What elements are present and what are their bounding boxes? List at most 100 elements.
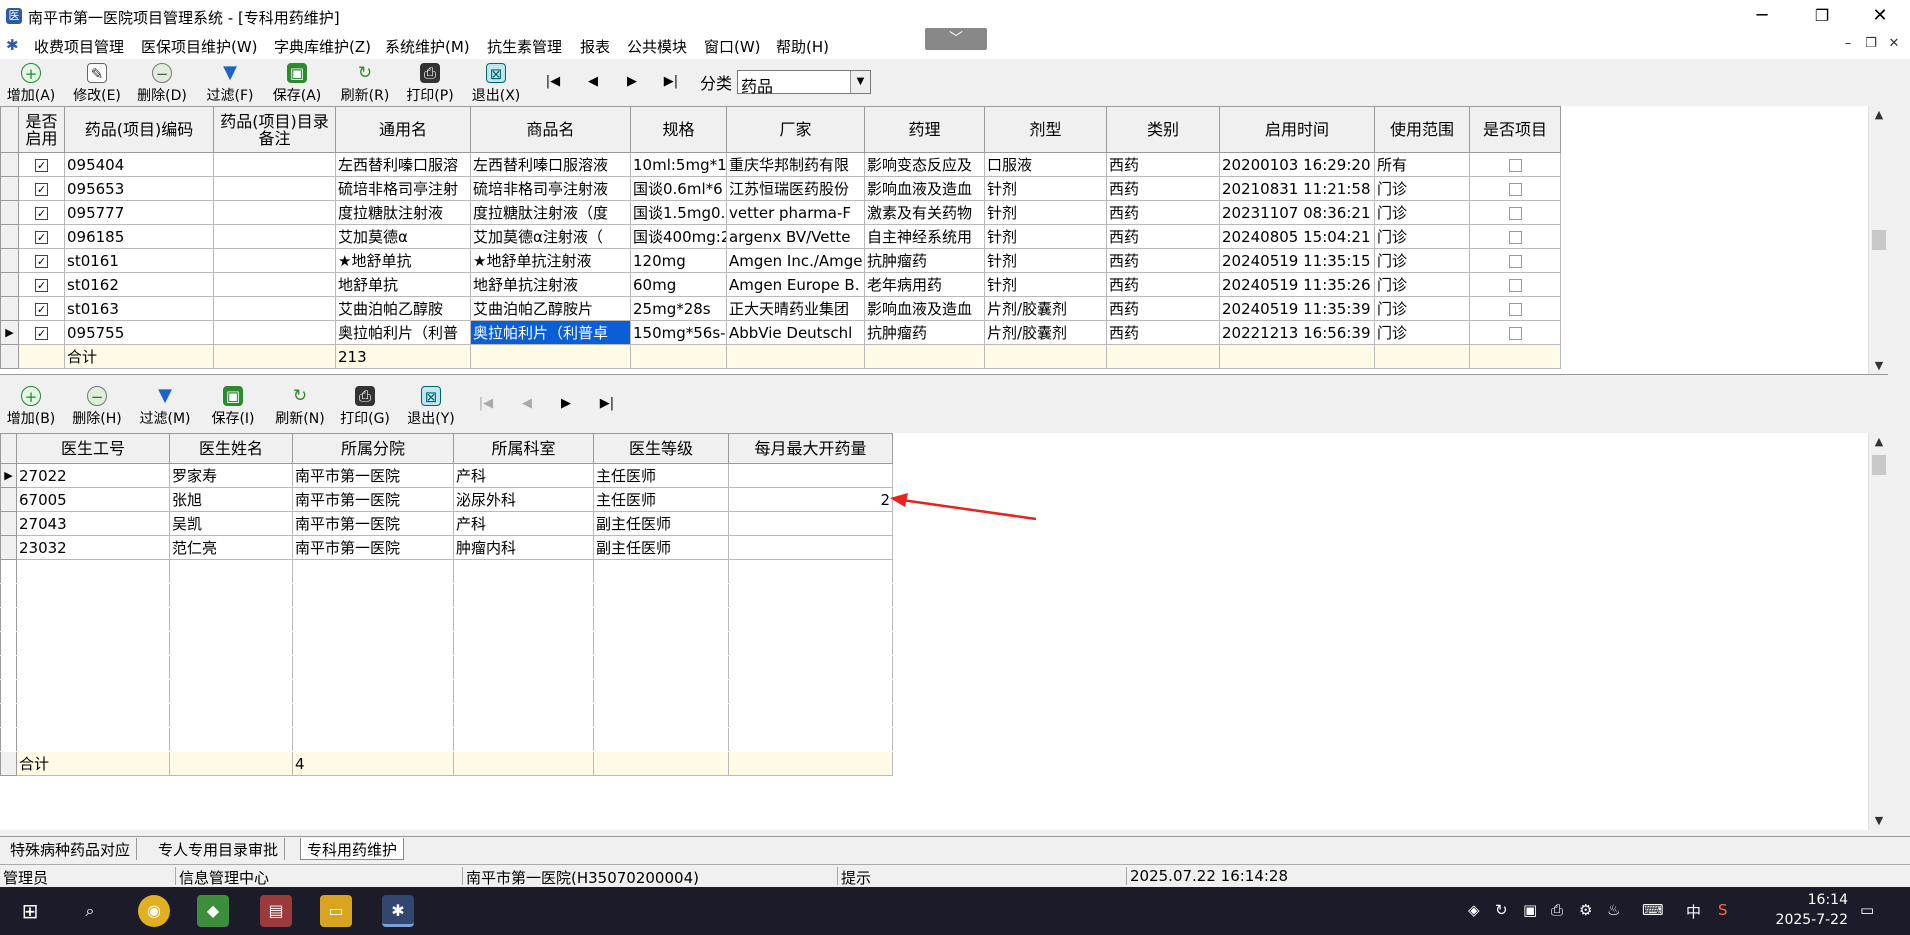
table-row[interactable]: ✓ 095653 硫培非格司亭注射 硫培非格司亭注射液 国谈0.6ml*6 江苏恒瑞医药股… <box>0 176 1561 201</box>
cell-generic[interactable]: 硫培非格司亭注射 <box>335 176 471 201</box>
cell-maker[interactable]: Amgen Europe B. <box>726 272 865 297</box>
cell-cat[interactable]: 西药 <box>1106 320 1220 345</box>
cell-pharm[interactable]: 抗肿瘤药 <box>864 248 985 273</box>
cell-form[interactable]: 针剂 <box>984 224 1107 249</box>
cell-scope[interactable]: 门诊 <box>1374 272 1470 297</box>
cell-max[interactable] <box>728 511 893 536</box>
ime-indicator[interactable]: 中 <box>1686 901 1701 922</box>
drug-grid-scrollbar[interactable]: ▲ ▼ <box>1868 106 1888 374</box>
cell-cat[interactable]: 西药 <box>1106 296 1220 321</box>
scroll-down-icon[interactable]: ▼ <box>1869 812 1888 830</box>
cell-code[interactable]: st0163 <box>64 296 214 321</box>
delete-doctor-button[interactable]: − 删除(H) <box>69 386 125 428</box>
enabled-checkbox[interactable]: ✓ <box>35 302 48 316</box>
table-row[interactable]: ✓ 096185 艾加莫德α 艾加莫德α注射液（ 国谈400mg:2 argenx BV/… <box>0 224 1561 249</box>
enabled-cell[interactable]: ✓ <box>18 200 65 225</box>
row-indicator[interactable] <box>0 248 19 273</box>
cell-cat[interactable]: 西药 <box>1106 272 1220 297</box>
search-icon[interactable]: ⌕ <box>74 895 106 927</box>
cell-level[interactable]: 主任医师 <box>593 463 729 488</box>
chrome-icon[interactable]: ◉ <box>138 895 170 927</box>
cell-form[interactable]: 针剂 <box>984 176 1107 201</box>
table-row[interactable]: ✓ 095777 度拉糖肽注射液 度拉糖肽注射液（度 国谈1.5mg0. vetter p… <box>0 200 1561 225</box>
is-item-checkbox[interactable] <box>1508 230 1522 244</box>
cell-time[interactable]: 20231107 08:36:21 <box>1219 200 1375 225</box>
doctor-grid-scrollbar[interactable]: ▲ ▼ <box>1868 433 1888 830</box>
cell-dept[interactable]: 产科 <box>453 463 594 488</box>
next-doctor-button[interactable]: ▶ <box>555 396 577 411</box>
cell-code[interactable]: 096185 <box>64 224 214 249</box>
cell-pharm[interactable]: 激素及有关药物 <box>864 200 985 225</box>
cell-code[interactable]: 095404 <box>64 152 214 177</box>
cell-pharm[interactable]: 老年病用药 <box>864 272 985 297</box>
cell-cat[interactable]: 西药 <box>1106 200 1220 225</box>
cell-code[interactable]: 095653 <box>64 176 214 201</box>
cell-note[interactable] <box>213 296 336 321</box>
is-item-checkbox[interactable] <box>1508 182 1522 196</box>
add-button[interactable]: + 增加(A) <box>3 63 59 105</box>
exit-button[interactable]: ⊠ 退出(X) <box>468 63 524 105</box>
row-indicator[interactable] <box>0 272 19 297</box>
cell-note[interactable] <box>213 248 336 273</box>
menu-item[interactable]: 收费项目管理 <box>34 36 124 57</box>
cell-note[interactable] <box>213 224 336 249</box>
chevron-down-icon[interactable]: ﹀ <box>925 28 987 50</box>
cell-level[interactable]: 副主任医师 <box>593 535 729 560</box>
is-item-checkbox[interactable] <box>1508 278 1522 292</box>
cell-level[interactable]: 主任医师 <box>593 487 729 512</box>
tray-shield-icon[interactable]: ◈ <box>1468 901 1480 919</box>
col-branch[interactable]: 所属分院 <box>292 433 454 464</box>
cell-pharm[interactable]: 影响血液及造血 <box>864 176 985 201</box>
refresh-button[interactable]: ↻ 刷新(R) <box>337 63 393 105</box>
enabled-checkbox[interactable]: ✓ <box>35 278 48 292</box>
table-row[interactable]: ✓ 095404 左西替利嗪口服溶 左西替利嗪口服溶液 10ml:5mg*10 重庆华邦制… <box>0 152 1561 177</box>
cell-form[interactable]: 片剂/胶囊剂 <box>984 296 1107 321</box>
cell-name[interactable]: 吴凯 <box>169 511 293 536</box>
enabled-checkbox[interactable]: ✓ <box>35 182 48 196</box>
is-item-cell[interactable] <box>1469 320 1561 345</box>
enabled-checkbox[interactable]: ✓ <box>35 158 48 172</box>
cell-spec[interactable]: 25mg*28s <box>630 296 727 321</box>
col-doctor-name[interactable]: 医生姓名 <box>169 433 293 464</box>
maximize-button[interactable]: ❐ <box>1794 0 1850 33</box>
tab-special-disease[interactable]: 特殊病种药品对应 <box>4 838 138 860</box>
menu-item[interactable]: 医保项目维护(W) <box>141 36 258 57</box>
cell-trade[interactable]: 奥拉帕利片（利普卓 <box>470 320 631 345</box>
is-item-checkbox[interactable] <box>1508 302 1522 316</box>
cell-trade[interactable]: ★地舒单抗注射液 <box>470 248 631 273</box>
hospital-app-task-icon[interactable]: ✱ <box>382 895 414 927</box>
print-button[interactable]: ⎙ 打印(P) <box>402 63 458 105</box>
windows-start-icon[interactable]: ⊞ <box>14 895 46 927</box>
cell-time[interactable]: 20240519 11:35:15 <box>1219 248 1375 273</box>
menu-item[interactable]: 窗口(W) <box>704 36 761 57</box>
col-maker[interactable]: 厂家 <box>726 106 865 153</box>
row-indicator[interactable] <box>0 224 19 249</box>
cube-app-icon[interactable]: ◆ <box>197 895 229 927</box>
prev-doctor-button[interactable]: ◀ <box>516 396 538 411</box>
cell-pharm[interactable]: 影响血液及造血 <box>864 296 985 321</box>
cell-scope[interactable]: 门诊 <box>1374 248 1470 273</box>
is-item-cell[interactable] <box>1469 152 1561 177</box>
cell-branch[interactable]: 南平市第一医院 <box>292 463 454 488</box>
cell-spec[interactable]: 120mg <box>630 248 727 273</box>
cell-note[interactable] <box>213 320 336 345</box>
menu-item[interactable]: 抗生素管理 <box>487 36 562 57</box>
cell-maker[interactable]: argenx BV/Vette <box>726 224 865 249</box>
cell-max[interactable] <box>728 535 893 560</box>
mdi-close-button[interactable]: ✕ <box>1885 36 1903 51</box>
menu-item[interactable]: 报表 <box>580 36 610 57</box>
table-row[interactable]: ▶ ✓ 095755 奥拉帕利片（利普 奥拉帕利片（利普卓 150mg*56s- AbbVi… <box>0 320 1561 345</box>
enabled-checkbox[interactable]: ✓ <box>35 254 48 268</box>
first-record-button[interactable]: |◀ <box>542 74 564 89</box>
menu-item[interactable]: 字典库维护(Z) <box>274 36 371 57</box>
tray-sogou-icon[interactable]: S <box>1718 901 1728 919</box>
next-record-button[interactable]: ▶ <box>621 74 643 89</box>
col-department[interactable]: 所属科室 <box>453 433 594 464</box>
cell-spec[interactable]: 150mg*56s- <box>630 320 727 345</box>
table-row[interactable]: ✓ st0162 地舒单抗 地舒单抗注射液 60mg Amgen Europe B. 老年病… <box>0 272 1561 297</box>
cell-maker[interactable]: 正大天晴药业集团 <box>726 296 865 321</box>
is-item-checkbox[interactable] <box>1508 254 1522 268</box>
last-record-button[interactable]: ▶| <box>660 74 682 89</box>
cell-spec[interactable]: 国谈400mg:2 <box>630 224 727 249</box>
tray-printer-icon[interactable]: ⎙ <box>1551 901 1563 919</box>
